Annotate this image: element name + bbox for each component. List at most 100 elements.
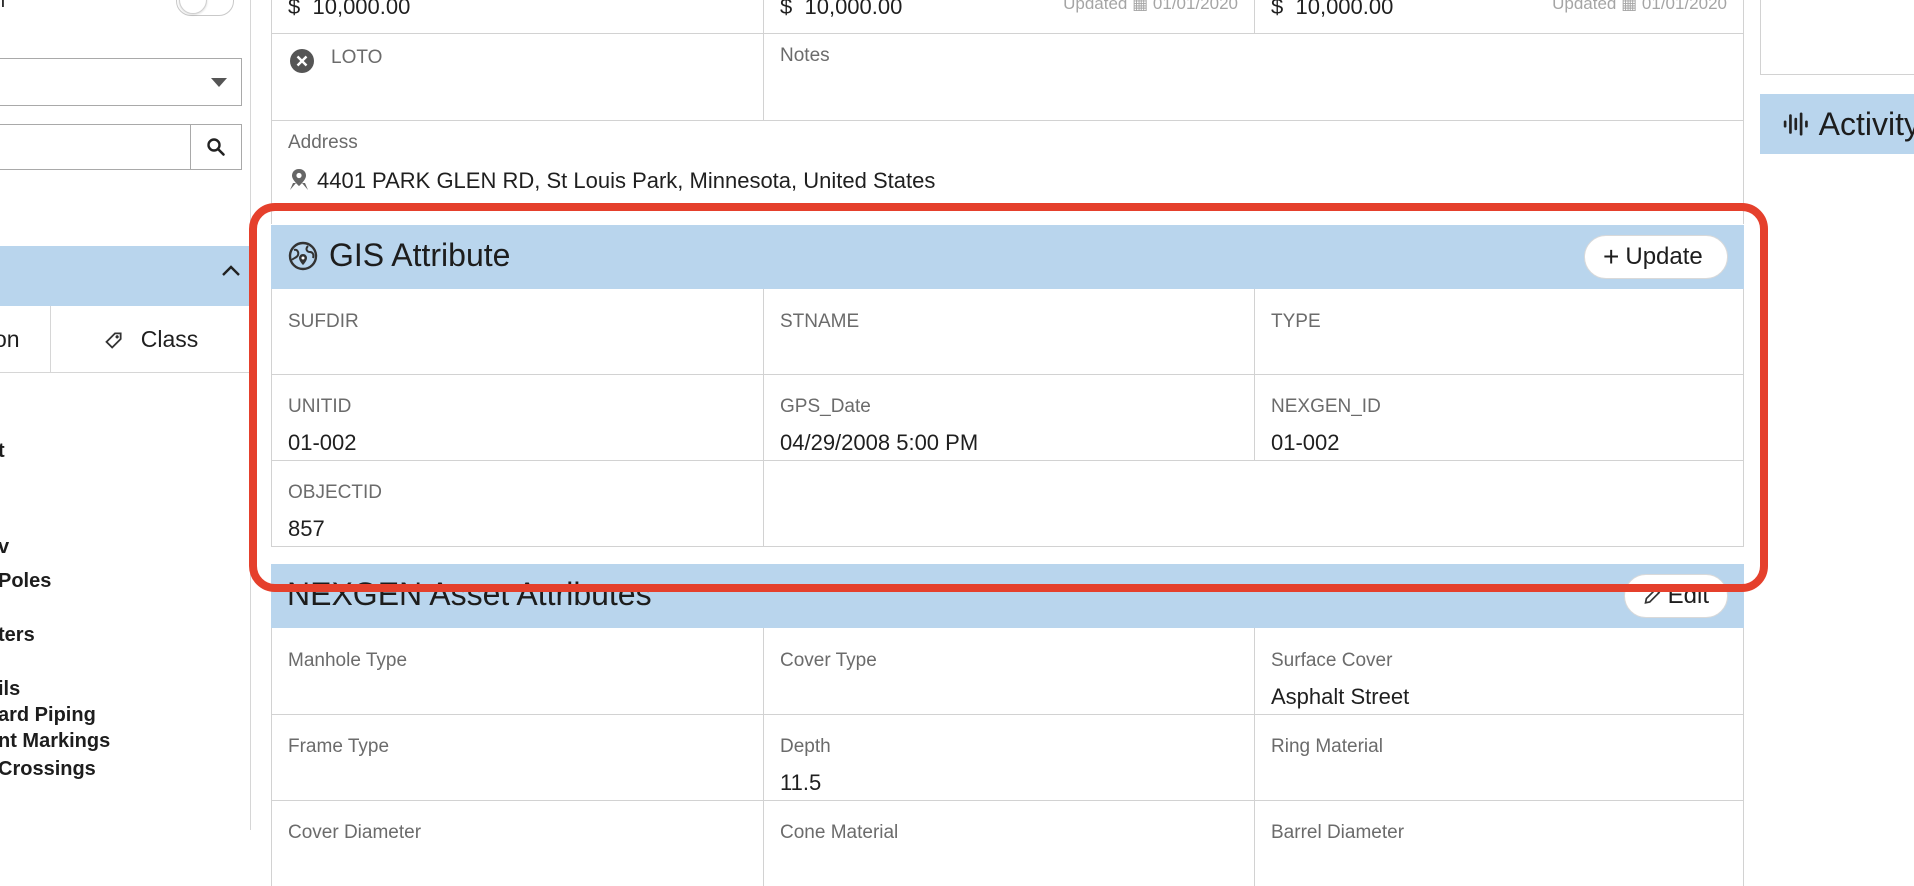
field-label: STNAME: [780, 311, 860, 332]
tree-item[interactable]: Crossings: [0, 758, 96, 781]
gis-attribute-title-wrap: GIS Attribute: [287, 237, 510, 274]
nexgen-field: Surface Cover Asphalt Street: [1255, 628, 1744, 714]
edit-button-label: Edit: [1667, 582, 1709, 609]
field-value: 01-002: [1271, 430, 1340, 455]
tree-item[interactable]: ils: [0, 678, 20, 701]
tree-item[interactable]: v: [0, 536, 9, 559]
left-section-header[interactable]: [0, 246, 250, 306]
chevron-up-icon[interactable]: [220, 260, 242, 289]
gis-field: NEXGEN_ID 01-002: [1255, 374, 1744, 460]
caret-down-icon[interactable]: [211, 78, 227, 87]
pencil-icon: [1644, 588, 1661, 604]
field-label: Manhole Type: [288, 650, 408, 671]
activity-label: Activity: [1818, 105, 1914, 142]
loto-notes-row: LOTO Notes: [271, 33, 1744, 121]
cost-cell: $ 10,000.00 Updated ▦ 01/01/2020: [1255, 0, 1744, 33]
notes-cell: Notes: [764, 33, 1744, 120]
loto-label: LOTO: [331, 47, 383, 68]
gis-row: UNITID 01-002 GPS_Date 04/29/2008 5:00 P…: [271, 374, 1744, 461]
tag-icon: [104, 332, 122, 349]
tab-class-label: Class: [140, 326, 199, 352]
gis-field: GPS_Date 04/29/2008 5:00 PM: [764, 374, 1255, 460]
field-label: UNITID: [288, 396, 352, 417]
field-value: 04/29/2008 5:00 PM: [780, 430, 979, 455]
field-label: SUFDIR: [288, 311, 359, 332]
field-label: TYPE: [1271, 311, 1321, 332]
edit-button[interactable]: Edit: [1624, 574, 1728, 618]
gis-field: STNAME: [764, 289, 1255, 374]
filter-select[interactable]: [0, 58, 242, 106]
field-value: 857: [288, 516, 325, 541]
field-label: Surface Cover: [1271, 650, 1393, 671]
tree-item[interactable]: ters: [0, 624, 35, 647]
nexgen-field: Manhole Type: [271, 628, 764, 714]
nexgen-row: Manhole Type Cover Type Surface Cover As…: [271, 628, 1744, 715]
cost-cell: $ 10,000.00: [271, 0, 764, 33]
left-tabs: on Class: [0, 306, 250, 373]
field-label: Ring Material: [1271, 736, 1383, 757]
cost-row: $ 10,000.00 $ 10,000.00 Updated ▦ 01/01/…: [271, 0, 1744, 34]
toggle-switch[interactable]: [176, 0, 234, 16]
close-circle-icon: [290, 49, 314, 73]
activity-header[interactable]: Activity: [1760, 94, 1914, 154]
field-label: Barrel Diameter: [1271, 822, 1405, 843]
search-button[interactable]: [190, 125, 241, 169]
field-value: Asphalt Street: [1271, 684, 1410, 709]
asset-detail-main: $ 10,000.00 $ 10,000.00 Updated ▦ 01/01/…: [271, 0, 1744, 886]
tab-location[interactable]: on: [0, 306, 51, 372]
field-label: Frame Type: [288, 736, 390, 757]
map-pin-icon: [290, 169, 308, 190]
field-label: GPS_Date: [780, 396, 871, 417]
gis-attribute-header: GIS Attribute + Update: [271, 225, 1744, 289]
address-cell: Address 4401 PARK GLEN RD, St Louis Park…: [271, 120, 1744, 224]
tab-class[interactable]: Class: [51, 306, 250, 372]
tree-item[interactable]: ard Piping: [0, 704, 96, 727]
amount-value: $ 10,000.00: [1271, 0, 1394, 19]
nexgen-field: Ring Material: [1255, 714, 1744, 800]
update-button-label: Update: [1625, 243, 1703, 270]
address-label: Address: [288, 132, 358, 153]
gis-empty-cell: [764, 460, 1744, 546]
nexgen-row: Frame Type Depth 11.5 Ring Material: [271, 714, 1744, 801]
gis-row: SUFDIR STNAME TYPE: [271, 289, 1744, 375]
field-label: Cone Material: [780, 822, 899, 843]
field-label: OBJECTID: [288, 482, 382, 503]
amount-value: $ 10,000.00: [288, 0, 411, 19]
gis-field: TYPE: [1255, 289, 1744, 374]
globe-pin-icon: [288, 241, 318, 270]
loto-cell: LOTO: [271, 33, 764, 120]
update-button[interactable]: + Update: [1584, 235, 1728, 279]
address-row: Address 4401 PARK GLEN RD, St Louis Park…: [271, 120, 1744, 224]
right-panel-card: [1760, 0, 1914, 75]
toggle-knob[interactable]: [179, 0, 207, 14]
nexgen-field: Depth 11.5: [764, 714, 1255, 800]
field-label: NEXGEN_ID: [1271, 396, 1381, 417]
tree-item[interactable]: nt Markings: [0, 730, 110, 753]
activity-waveform-icon: [1783, 112, 1808, 136]
updated-stamp: Updated ▦ 01/01/2020: [1552, 0, 1727, 13]
nexgen-field: Cover Type: [764, 628, 1255, 714]
left-panel: n on Class t v: [0, 0, 251, 830]
gis-attribute-title: GIS Attribute: [329, 237, 511, 273]
field-label: Cover Diameter: [288, 822, 422, 843]
gis-field: UNITID 01-002: [271, 374, 764, 460]
address-value: 4401 PARK GLEN RD, St Louis Park, Minnes…: [317, 168, 936, 193]
toggle-label: n: [0, 0, 5, 13]
search-icon: [207, 138, 225, 156]
gis-row: OBJECTID 857: [271, 460, 1744, 547]
tree-item[interactable]: Poles: [0, 570, 51, 593]
nexgen-field: Barrel Diameter: [1255, 800, 1744, 886]
nexgen-row: Cover Diameter Cone Material Barrel Diam…: [271, 800, 1744, 886]
nexgen-field: Cover Diameter: [271, 800, 764, 886]
field-label: Cover Type: [780, 650, 877, 671]
search-input[interactable]: [0, 124, 242, 170]
notes-label: Notes: [780, 45, 830, 66]
cost-cell: $ 10,000.00 Updated ▦ 01/01/2020: [764, 0, 1255, 33]
nexgen-field: Frame Type: [271, 714, 764, 800]
gis-field: SUFDIR: [271, 289, 764, 374]
field-label: Depth: [780, 736, 831, 757]
nexgen-attributes-header: NEXGEN Asset Attributes Edit: [271, 564, 1744, 628]
tree-item[interactable]: t: [0, 440, 5, 463]
field-value: 01-002: [288, 430, 357, 455]
amount-value: $ 10,000.00: [780, 0, 903, 19]
